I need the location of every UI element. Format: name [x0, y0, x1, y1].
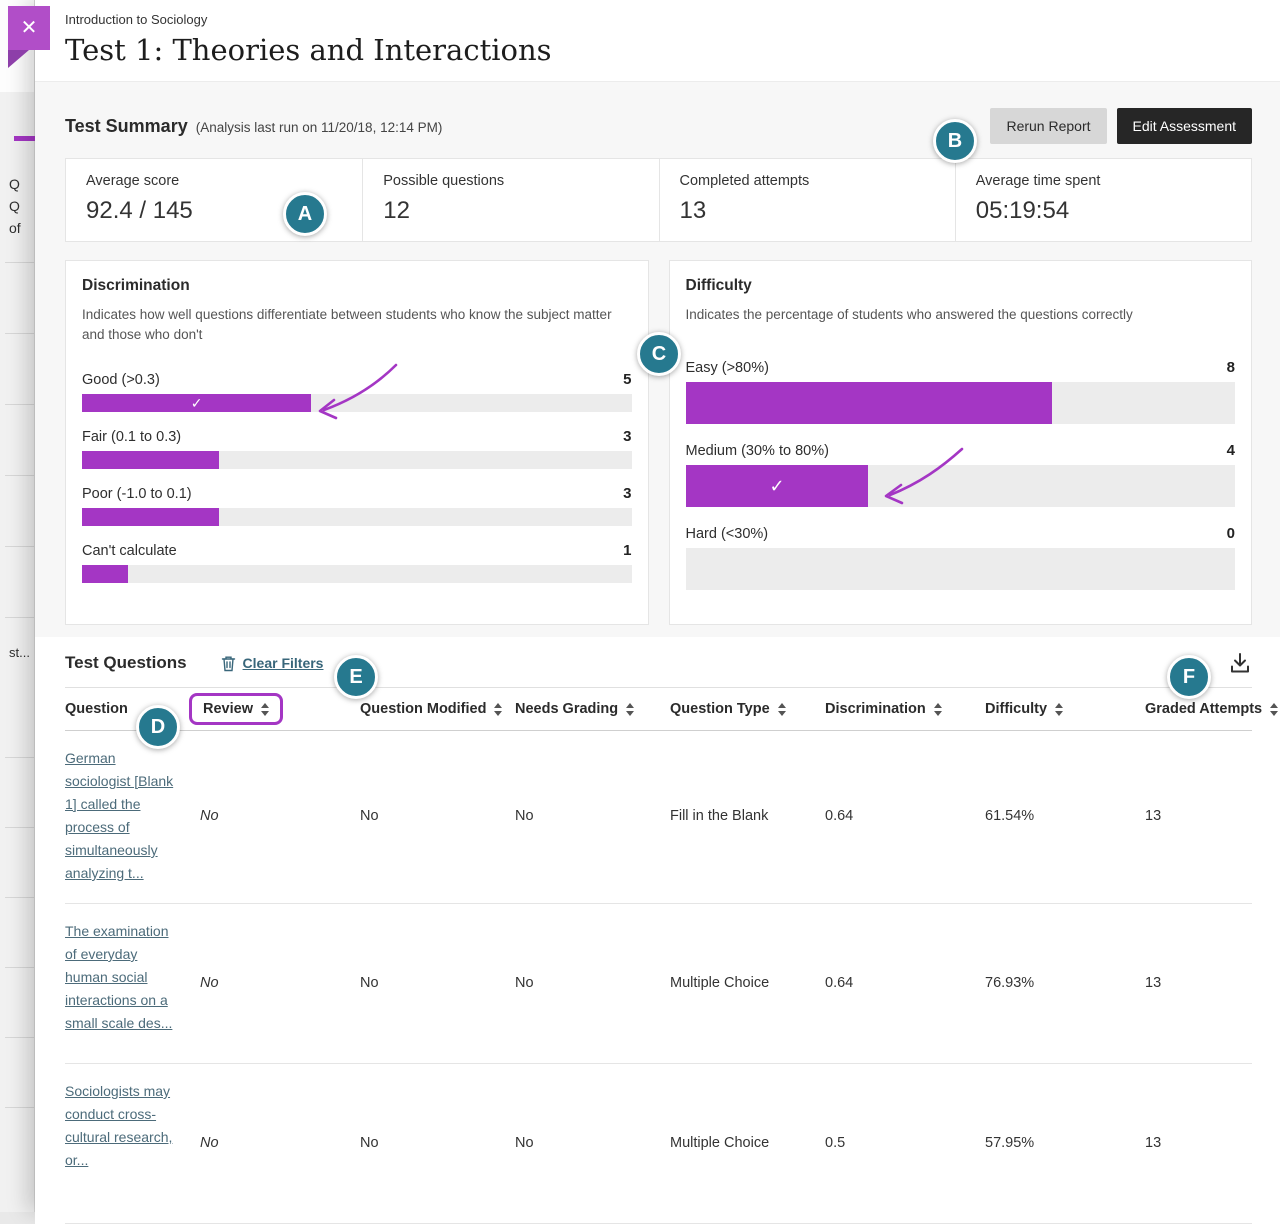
stat-possible-questions: Possible questions 12	[362, 159, 658, 241]
question-modified-cell: No	[360, 975, 515, 991]
question-cell: German sociologist [Blank 1] called the …	[65, 747, 200, 885]
check-icon: ✓	[769, 476, 784, 497]
summary-stats-bar: Average score 92.4 / 145 Possible questi…	[65, 158, 1252, 242]
th-review[interactable]: Review	[200, 693, 360, 725]
question-type-cell: Fill in the Blank	[670, 808, 825, 824]
difficulty-cell: 61.54%	[985, 808, 1145, 824]
questions-table: Question Review Question Modified Needs …	[65, 687, 1252, 1224]
panel-header: Introduction to Sociology Test 1: Theori…	[35, 0, 1280, 81]
sort-icon	[1270, 703, 1278, 716]
annotation-circle-b: B	[933, 119, 977, 163]
sort-icon	[626, 703, 634, 716]
table-row: Sociologists may conduct cross-cultural …	[65, 1064, 1252, 1224]
assessment-analysis-panel: Introduction to Sociology Test 1: Theori…	[35, 0, 1280, 1212]
difficulty-cell: 76.93%	[985, 975, 1145, 991]
background-tab-indicator	[14, 136, 35, 141]
sort-icon	[494, 703, 502, 716]
th-graded-attempts[interactable]: Graded Attempts	[1145, 701, 1252, 717]
annotation-circle-d: D	[136, 705, 180, 749]
th-needs-grading[interactable]: Needs Grading	[515, 701, 670, 717]
discrimination-chart-card: Discrimination Indicates how well questi…	[65, 260, 649, 625]
rerun-report-button[interactable]: Rerun Report	[990, 108, 1106, 144]
graded-attempts-cell: 13	[1145, 975, 1252, 991]
graded-attempts-cell: 13	[1145, 1135, 1252, 1151]
page-title: Test 1: Theories and Interactions	[65, 33, 1252, 67]
question-type-cell: Multiple Choice	[670, 975, 825, 991]
edit-assessment-button[interactable]: Edit Assessment	[1117, 108, 1253, 144]
background-text-fragment: of	[9, 220, 21, 236]
bar-medium: Medium (30% to 80%) 4 ✓	[686, 442, 1236, 507]
th-question-type[interactable]: Question Type	[670, 701, 825, 717]
annotation-circle-a: A	[283, 192, 327, 236]
difficulty-description: Indicates the percentage of students who…	[686, 305, 1231, 325]
breadcrumb-course-name: Introduction to Sociology	[65, 12, 1252, 27]
annotation-circle-f: F	[1167, 655, 1211, 699]
difficulty-chart-card: Difficulty Indicates the percentage of s…	[669, 260, 1253, 625]
difficulty-title: Difficulty	[686, 277, 1236, 295]
bar-hard: Hard (<30%) 0	[686, 525, 1236, 590]
graded-attempts-cell: 13	[1145, 808, 1252, 824]
background-text-fragment: st...	[9, 645, 30, 660]
review-cell: No	[200, 975, 360, 991]
th-difficulty[interactable]: Difficulty	[985, 701, 1145, 717]
bar-good: Good (>0.3) 5 ✓	[82, 371, 632, 412]
background-text-fragment: Q	[9, 176, 20, 192]
test-questions-heading: Test Questions	[65, 653, 187, 673]
table-row: The examination of everyday human social…	[65, 904, 1252, 1064]
background-page-strip: Q Q of st...	[0, 0, 35, 1212]
sort-icon	[261, 703, 269, 716]
bar-cant-calculate: Can't calculate 1	[82, 542, 632, 583]
review-highlight-box: Review	[189, 693, 283, 725]
th-discrimination[interactable]: Discrimination	[825, 701, 985, 717]
clear-filters-button[interactable]: Clear Filters	[221, 655, 324, 672]
question-modified-cell: No	[360, 808, 515, 824]
annotation-circle-e: E	[334, 655, 378, 699]
discrimination-cell: 0.64	[825, 975, 985, 991]
discrimination-title: Discrimination	[82, 277, 632, 295]
needs-grading-cell: No	[515, 808, 670, 824]
bar-poor: Poor (-1.0 to 0.1) 3	[82, 485, 632, 526]
trash-icon	[221, 655, 236, 672]
question-link[interactable]: The examination of everyday human social…	[65, 920, 179, 1035]
test-summary-heading: Test Summary	[65, 116, 188, 137]
analysis-last-run-text: (Analysis last run on 11/20/18, 12:14 PM…	[196, 120, 443, 135]
needs-grading-cell: No	[515, 975, 670, 991]
download-icon	[1228, 651, 1252, 675]
question-link[interactable]: Sociologists may conduct cross-cultural …	[65, 1080, 179, 1172]
th-question[interactable]: Question	[65, 701, 200, 717]
table-row: German sociologist [Blank 1] called the …	[65, 731, 1252, 904]
stat-average-time-spent: Average time spent 05:19:54	[955, 159, 1251, 241]
review-cell: No	[200, 1135, 360, 1151]
sort-icon	[778, 703, 786, 716]
sort-icon	[934, 703, 942, 716]
needs-grading-cell: No	[515, 1135, 670, 1151]
check-icon: ✓	[191, 395, 203, 412]
table-header: Question Review Question Modified Needs …	[65, 687, 1252, 731]
question-cell: The examination of everyday human social…	[65, 920, 200, 1035]
test-questions-section: Test Questions Clear Filters	[35, 637, 1280, 1224]
stat-completed-attempts: Completed attempts 13	[659, 159, 955, 241]
background-text-fragment: Q	[9, 198, 20, 214]
close-button[interactable]: ✕	[8, 6, 50, 50]
question-link[interactable]: German sociologist [Blank 1] called the …	[65, 747, 179, 885]
th-question-modified[interactable]: Question Modified	[360, 701, 515, 717]
bar-fair: Fair (0.1 to 0.3) 3	[82, 428, 632, 469]
difficulty-cell: 57.95%	[985, 1135, 1145, 1151]
sort-icon	[1055, 703, 1063, 716]
annotation-circle-c: C	[637, 332, 681, 376]
discrimination-cell: 0.64	[825, 808, 985, 824]
question-cell: Sociologists may conduct cross-cultural …	[65, 1080, 200, 1172]
bar-easy: Easy (>80%) 8	[686, 359, 1236, 424]
question-modified-cell: No	[360, 1135, 515, 1151]
close-icon: ✕	[21, 18, 38, 38]
question-type-cell: Multiple Choice	[670, 1135, 825, 1151]
discrimination-description: Indicates how well questions differentia…	[82, 305, 627, 345]
review-cell: No	[200, 808, 360, 824]
download-report-button[interactable]	[1228, 651, 1252, 675]
ribbon-fold	[8, 50, 29, 68]
discrimination-cell: 0.5	[825, 1135, 985, 1151]
